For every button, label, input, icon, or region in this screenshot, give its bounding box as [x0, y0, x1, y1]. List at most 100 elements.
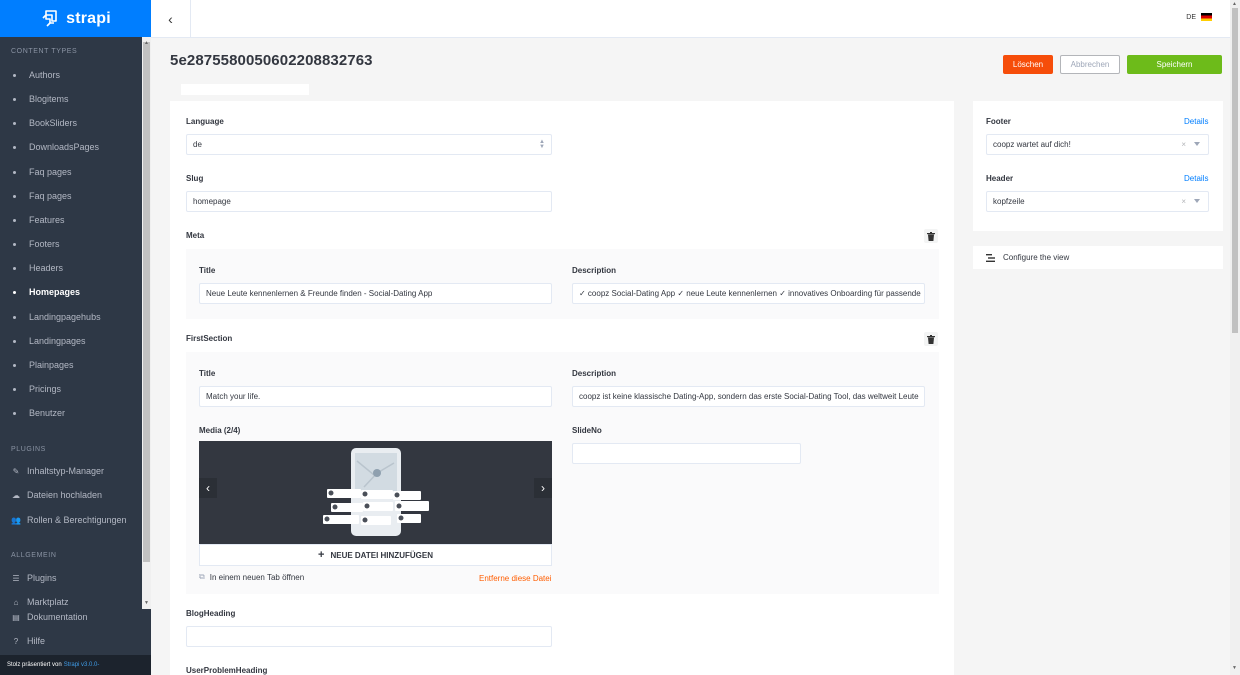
sidebar-item-content-type[interactable]: DownloadsPages	[11, 140, 99, 154]
sidebar-item-content-type[interactable]: Headers	[11, 261, 63, 275]
header-relation-value: kopfzeile	[993, 197, 1025, 206]
bullet-icon	[13, 73, 16, 77]
delete-meta-component-button[interactable]	[924, 229, 938, 243]
sidebar-item-content-type[interactable]: Landingpagehubs	[11, 310, 101, 324]
sidebar-nav: Content Types Authors Blogitems BookSlider…	[0, 37, 151, 655]
sidebar-item-content-type[interactable]: Faq pages	[11, 165, 72, 179]
media-label: Media (2/4)	[199, 426, 241, 435]
header-relation-select[interactable]: kopfzeile ×	[986, 191, 1209, 212]
scroll-up-arrow-icon[interactable]: ▲	[144, 40, 149, 46]
language-switcher[interactable]: DE	[1186, 13, 1212, 21]
remove-file-link[interactable]: Entferne diese Datei	[479, 574, 552, 583]
sidebar-item-marketplace[interactable]: ⌂ Marktplatz	[11, 595, 69, 609]
add-media-label: NEUE DATEI HINZUFÜGEN	[330, 550, 433, 560]
window-scrollbar-thumb[interactable]	[1232, 8, 1238, 333]
media-thumbnail-image	[323, 448, 429, 536]
media-prev-button[interactable]: ‹	[199, 478, 217, 498]
sidebar-item-label: Inhaltstyp-Manager	[27, 466, 105, 476]
open-in-new-tab-link[interactable]: ⧉ In einem neuen Tab öffnen	[199, 572, 304, 582]
first-section-description-value: coopz ist keine klassische Dating-App, s…	[579, 392, 919, 401]
sidebar-item-label: Rollen & Berechtigungen	[27, 515, 127, 525]
sidebar-item-content-type[interactable]: Blogitems	[11, 92, 69, 106]
sidebar-item-upload[interactable]: ☁ Dateien hochladen	[11, 488, 102, 502]
sidebar-item-content-type[interactable]: Pricings	[11, 382, 61, 396]
bullet-icon	[13, 170, 16, 174]
list-icon: ☰	[12, 573, 20, 583]
clear-icon[interactable]: ×	[1181, 140, 1186, 149]
caret-down-icon	[1194, 199, 1200, 203]
window-scrollbar[interactable]: ▲ ▼	[1230, 0, 1240, 675]
sidebar-item-content-type[interactable]: Landingpages	[11, 334, 86, 348]
first-section-title-input[interactable]: Match your life.	[199, 386, 552, 407]
header-details-link[interactable]: Details	[1184, 174, 1208, 183]
clear-icon[interactable]: ×	[1181, 197, 1186, 206]
sidebar-item-content-type-builder[interactable]: ✎ Inhaltstyp-Manager	[11, 464, 104, 478]
footer-relation-select[interactable]: coopz wartet auf dich! ×	[986, 134, 1209, 155]
scroll-down-arrow-icon[interactable]: ▼	[1232, 665, 1237, 671]
bullet-icon	[13, 97, 16, 101]
media-next-button[interactable]: ›	[534, 478, 552, 498]
sidebar-item-content-type[interactable]: BookSliders	[11, 116, 77, 130]
brand-header[interactable]: strapi	[0, 0, 151, 37]
scroll-down-arrow-icon[interactable]: ▼	[144, 600, 149, 606]
sidebar-footer: Stolz präsentiert von Strapi v3.0.0-	[0, 655, 151, 675]
cancel-button[interactable]: Abbrechen	[1060, 55, 1120, 74]
bullet-icon	[13, 194, 16, 198]
sidebar-scrollbar[interactable]	[142, 37, 151, 609]
configure-view-button[interactable]: Configure the view	[973, 246, 1223, 269]
sidebar-item-roles-permissions[interactable]: 👥 Rollen & Berechtigungen	[11, 513, 127, 527]
save-button[interactable]: Speichern	[1127, 55, 1222, 74]
sidebar-item-label: Benutzer	[29, 408, 66, 418]
meta-description-input[interactable]: ✓ coopz Social-Dating App ✓ neue Leute k…	[572, 283, 925, 304]
bullet-icon	[13, 411, 16, 415]
sidebar-item-label: Landingpages	[29, 336, 86, 346]
sidebar-item-content-type[interactable]: Homepages	[11, 285, 80, 299]
slug-input[interactable]: homepage	[186, 191, 552, 212]
scroll-up-arrow-icon[interactable]: ▲	[1232, 1, 1237, 7]
footer-relation-value: coopz wartet auf dich!	[993, 140, 1071, 149]
slide-no-label: SlideNo	[572, 426, 602, 435]
sidebar-item-content-type[interactable]: Features	[11, 213, 65, 227]
bullet-icon	[13, 145, 16, 149]
add-media-button[interactable]: + NEUE DATEI HINZUFÜGEN	[199, 544, 552, 566]
plugins-heading: Plugins	[11, 446, 46, 453]
sidebar-item-label: Homepages	[29, 287, 81, 297]
delete-first-section-button[interactable]	[924, 332, 938, 346]
sidebar-item-content-type[interactable]: Plainpages	[11, 358, 74, 372]
sidebar-item-help[interactable]: ? Hilfe	[11, 634, 45, 648]
footer-details-link[interactable]: Details	[1184, 117, 1208, 126]
trash-icon	[927, 231, 935, 241]
sidebar-item-content-type[interactable]: Authors	[11, 68, 60, 82]
user-problem-heading-label: UserProblemHeading	[186, 666, 268, 675]
slide-no-input[interactable]	[572, 443, 801, 464]
first-section-description-input[interactable]: coopz ist keine klassische Dating-App, s…	[572, 386, 925, 407]
bullet-icon	[13, 218, 16, 222]
blog-heading-input[interactable]	[186, 626, 552, 647]
top-bar: ‹ DE	[151, 0, 1230, 38]
strapi-version-link[interactable]: Strapi v3.0.0-	[64, 662, 100, 668]
layout-icon	[986, 253, 995, 262]
meta-title-input[interactable]: Neue Leute kennenlernen & Freunde finden…	[199, 283, 552, 304]
bullet-icon	[13, 315, 16, 319]
sidebar-scrollbar-thumb[interactable]	[143, 42, 150, 562]
sidebar-item-documentation[interactable]: ▤ Dokumentation	[11, 610, 88, 624]
sidebar-item-label: Footers	[29, 239, 60, 249]
sidebar-item-label: BookSliders	[29, 118, 78, 128]
caret-down-icon	[1194, 142, 1200, 146]
sidebar-item-content-type[interactable]: Faq pages	[11, 189, 72, 203]
media-preview[interactable]: ‹ ›	[199, 441, 552, 545]
back-button[interactable]: ‹	[151, 0, 191, 37]
sidebar-item-label: Dokumentation	[27, 612, 88, 622]
slug-label: Slug	[186, 174, 204, 183]
sidebar-item-label: Plugins	[27, 573, 57, 583]
sidebar-item-content-type[interactable]: Benutzer	[11, 406, 65, 420]
sidebar-item-content-type[interactable]: Footers	[11, 237, 60, 251]
sidebar-item-label: DownloadsPages	[29, 142, 100, 152]
bullet-icon	[13, 290, 16, 294]
users-icon: 👥	[11, 515, 21, 525]
language-select[interactable]: de ▲ ▼	[186, 134, 552, 155]
delete-button[interactable]: Löschen	[1003, 55, 1053, 74]
question-circle-icon: ?	[13, 636, 19, 646]
sidebar-item-plugins[interactable]: ☰ Plugins	[11, 571, 57, 585]
strapi-logo-icon	[42, 9, 57, 27]
